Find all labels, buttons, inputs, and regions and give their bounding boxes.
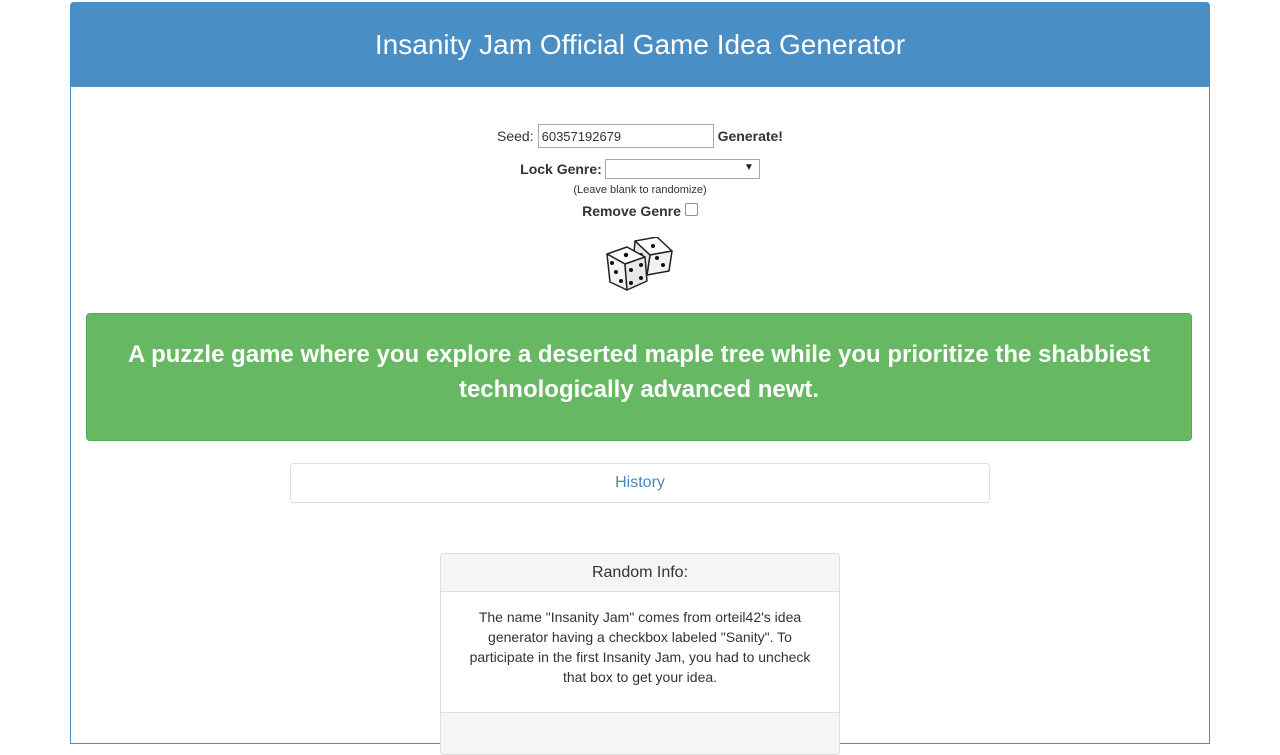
lock-genre-label: Lock Genre:: [520, 161, 602, 177]
remove-genre-checkbox[interactable]: [684, 202, 698, 216]
random-info-footer: [441, 712, 839, 754]
history-label: History: [615, 474, 665, 491]
dice-icon[interactable]: [605, 237, 675, 293]
lock-genre-hint: (Leave blank to randomize): [573, 184, 707, 196]
random-info-body: The name "Insanity Jam" comes from ortei…: [469, 609, 811, 685]
game-idea-box: A puzzle game where you explore a desert…: [86, 313, 1192, 441]
lock-genre-select[interactable]: ▼: [604, 159, 760, 179]
generator-controls: Seed: Generate! Lock Genre: ▼ (Leave bla…: [0, 123, 1280, 219]
seed-label: Seed:: [497, 128, 534, 144]
page-title-text: Insanity Jam Official Game Idea Generato…: [374, 29, 906, 60]
dropdown-arrow-icon: ▼: [743, 162, 754, 173]
remove-genre-row: Remove Genre: [0, 202, 1280, 219]
seed-input[interactable]: [537, 124, 714, 148]
game-idea-text: A puzzle game where you explore a desert…: [127, 341, 1151, 403]
remove-genre-label: Remove Genre: [582, 203, 681, 219]
random-info-heading-text: Random Info:: [591, 563, 689, 581]
history-button[interactable]: History: [290, 463, 990, 503]
lock-genre-row: Lock Genre: ▼: [0, 159, 1280, 179]
generate-button[interactable]: Generate!: [718, 128, 783, 144]
page-title: Insanity Jam Official Game Idea Generato…: [71, 3, 1209, 87]
seed-row: Seed: Generate!: [0, 123, 1280, 149]
random-info-panel: Random Info: The name "Insanity Jam" com…: [440, 553, 840, 755]
random-info-heading: Random Info:: [441, 554, 839, 592]
